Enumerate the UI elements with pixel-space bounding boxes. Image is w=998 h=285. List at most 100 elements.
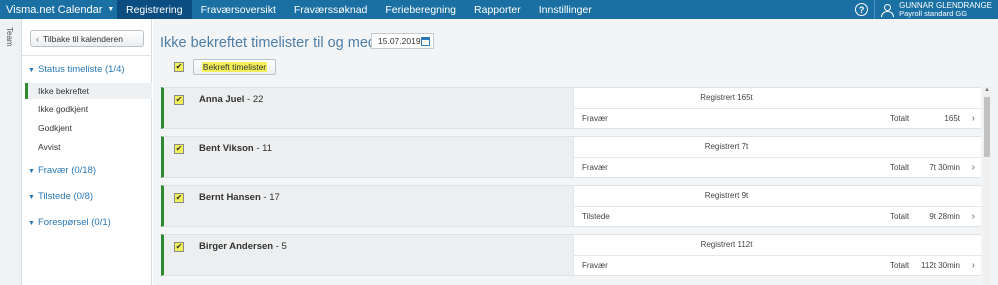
sidebar-item-ikke-bekreftet[interactable]: Ikke bekreftet <box>25 83 152 99</box>
calendar-icon[interactable] <box>421 37 430 46</box>
tab-ferieberegning[interactable]: Ferieberegning <box>376 0 465 19</box>
registered-hours: Registrert 165t <box>700 93 753 102</box>
employee-id: - 17 <box>260 192 280 203</box>
chevron-down-icon: ▼ <box>107 6 115 13</box>
group-fravaer[interactable]: ▼ Fravær (0/18) <box>28 165 96 176</box>
divider <box>874 0 876 19</box>
chevron-right-icon[interactable]: › <box>972 113 975 124</box>
team-label: Team <box>5 27 14 47</box>
total-label: Totalt <box>890 163 910 172</box>
chevron-down-icon: ▼ <box>28 67 35 74</box>
employee-checkbox[interactable]: ✔ <box>174 144 184 154</box>
chevron-right-icon[interactable]: › <box>972 162 975 173</box>
tab-registrering[interactable]: Registrering <box>117 0 192 19</box>
group-label: Fravær (0/18) <box>37 165 97 176</box>
employee-name-text: Bent Vikson <box>199 143 254 154</box>
page-title: Ikke bekreftet timelister til og med <box>160 35 376 51</box>
help-icon[interactable]: ? <box>855 3 869 16</box>
registration-type: Tilstede <box>582 212 610 221</box>
employee-info: ✔ Bernt Hansen - 17 <box>164 186 573 226</box>
employee-name: Birger Andersen - 5 <box>199 241 287 252</box>
back-label: Tilbake til kalenderen <box>43 33 124 44</box>
employee-name: Bernt Hansen - 17 <box>199 192 280 203</box>
registered-hours: Registrert 112t <box>700 240 753 249</box>
app-title: Visma.net Calendar <box>6 3 103 16</box>
chevron-right-icon[interactable]: › <box>972 211 975 222</box>
chevron-down-icon: ▼ <box>28 194 35 201</box>
confirm-label: Bekreft timelister <box>201 62 268 72</box>
detail-row[interactable]: Fravær Totalt 7t 30min › <box>574 157 982 177</box>
total-value: 9t 28min <box>929 212 960 221</box>
scroll-up-icon[interactable]: ▲ <box>984 87 990 93</box>
employee-name-text: Bernt Hansen <box>199 192 261 203</box>
employee-info: ✔ Birger Andersen - 5 <box>164 235 573 275</box>
employee-summary: Registrert 112t Fravær Totalt 112t 30min… <box>573 235 982 275</box>
employee-info: ✔ Bent Vikson - 11 <box>164 137 573 177</box>
app-menu[interactable]: Visma.net Calendar ▼ <box>0 0 117 19</box>
date-value: 15.07.2019 <box>378 36 421 46</box>
registered-hours: Registrert 7t <box>704 142 749 151</box>
employee-id: - 11 <box>253 143 273 154</box>
tab-rapporter[interactable]: Rapporter <box>465 0 530 19</box>
employee-card[interactable]: ✔ Anna Juel - 22 Registrert 165t Fravær … <box>161 87 982 129</box>
date-field[interactable]: 15.07.2019 <box>371 33 434 49</box>
scrollbar[interactable]: ▲ <box>983 87 991 285</box>
employee-checkbox[interactable]: ✔ <box>174 193 184 203</box>
employee-id: - 5 <box>273 241 287 252</box>
sidebar-item-avvist[interactable]: Avvist <box>25 139 152 155</box>
employee-card[interactable]: ✔ Birger Andersen - 5 Registrert 112t Fr… <box>161 234 982 276</box>
user-menu[interactable]: GUNNAR GLENDRANGE Payroll standard GG <box>899 1 992 18</box>
employee-name: Bent Vikson - 11 <box>199 143 272 154</box>
total-label: Totalt <box>890 212 910 221</box>
group-status-timeliste[interactable]: ▼ Status timeliste (1/4) <box>28 64 125 75</box>
main-content: Ikke bekreftet timelister til og med 15.… <box>153 19 998 285</box>
chevron-down-icon: ▼ <box>28 168 35 175</box>
detail-row[interactable]: Tilstede Totalt 9t 28min › <box>574 206 982 226</box>
employee-summary: Registrert 165t Fravær Totalt 165t › <box>573 88 982 128</box>
group-label: Tilstede (0/8) <box>37 191 94 202</box>
group-label: Status timeliste (1/4) <box>37 64 125 75</box>
employee-name-text: Anna Juel <box>199 94 245 105</box>
scroll-thumb[interactable] <box>984 97 990 157</box>
tab-fravaersoversikt[interactable]: Fraværsoversikt <box>192 0 285 19</box>
select-all-checkbox[interactable]: ✔ <box>174 62 184 72</box>
employee-checkbox[interactable]: ✔ <box>174 95 184 105</box>
divider <box>22 55 152 56</box>
registration-type: Fravær <box>582 261 608 270</box>
total-value: 112t 30min <box>921 261 960 270</box>
confirm-timesheets-button[interactable]: Bekreft timelister <box>193 59 276 75</box>
back-to-calendar-button[interactable]: ‹ Tilbake til kalenderen <box>30 30 144 47</box>
tab-innstillinger[interactable]: Innstillinger <box>530 0 601 19</box>
total-value: 165t <box>944 114 960 123</box>
registration-type: Fravær <box>582 114 608 123</box>
total-label: Totalt <box>890 261 910 270</box>
group-foresporsel[interactable]: ▼ Forespørsel (0/1) <box>28 217 111 228</box>
tab-fravaerssoknad[interactable]: Fraværssøknad <box>285 0 377 19</box>
user-icon[interactable] <box>881 3 895 17</box>
detail-row[interactable]: Fravær Totalt 112t 30min › <box>574 255 982 275</box>
employee-card[interactable]: ✔ Bernt Hansen - 17 Registrert 9t Tilste… <box>161 185 982 227</box>
total-label: Totalt <box>890 114 910 123</box>
group-label: Forespørsel (0/1) <box>37 217 111 228</box>
employee-checkbox[interactable]: ✔ <box>174 242 184 252</box>
detail-row[interactable]: Fravær Totalt 165t › <box>574 108 982 128</box>
employee-summary: Registrert 7t Fravær Totalt 7t 30min › <box>573 137 982 177</box>
employee-summary: Registrert 9t Tilstede Totalt 9t 28min › <box>573 186 982 226</box>
group-tilstede[interactable]: ▼ Tilstede (0/8) <box>28 191 93 202</box>
chevron-right-icon[interactable]: › <box>972 260 975 271</box>
top-navigation: Visma.net Calendar ▼ Registrering Fravær… <box>0 0 998 19</box>
sidebar-item-godkjent[interactable]: Godkjent <box>25 120 152 136</box>
employee-name-text: Birger Andersen <box>199 241 274 252</box>
registered-hours: Registrert 9t <box>704 191 749 200</box>
employee-info: ✔ Anna Juel - 22 <box>164 88 573 128</box>
employee-card[interactable]: ✔ Bent Vikson - 11 Registrert 7t Fravær … <box>161 136 982 178</box>
total-value: 7t 30min <box>929 163 960 172</box>
employee-id: - 22 <box>244 94 264 105</box>
sidebar-item-ikke-godkjent[interactable]: Ikke godkjent <box>25 101 152 117</box>
registration-type: Fravær <box>582 163 608 172</box>
user-role: Payroll standard GG <box>899 8 968 18</box>
chevron-down-icon: ▼ <box>28 220 35 227</box>
sidebar: ‹ Tilbake til kalenderen ▼ Status timelis… <box>22 19 152 285</box>
chevron-left-icon: ‹ <box>36 33 39 44</box>
team-panel-toggle[interactable]: Team <box>0 19 22 285</box>
